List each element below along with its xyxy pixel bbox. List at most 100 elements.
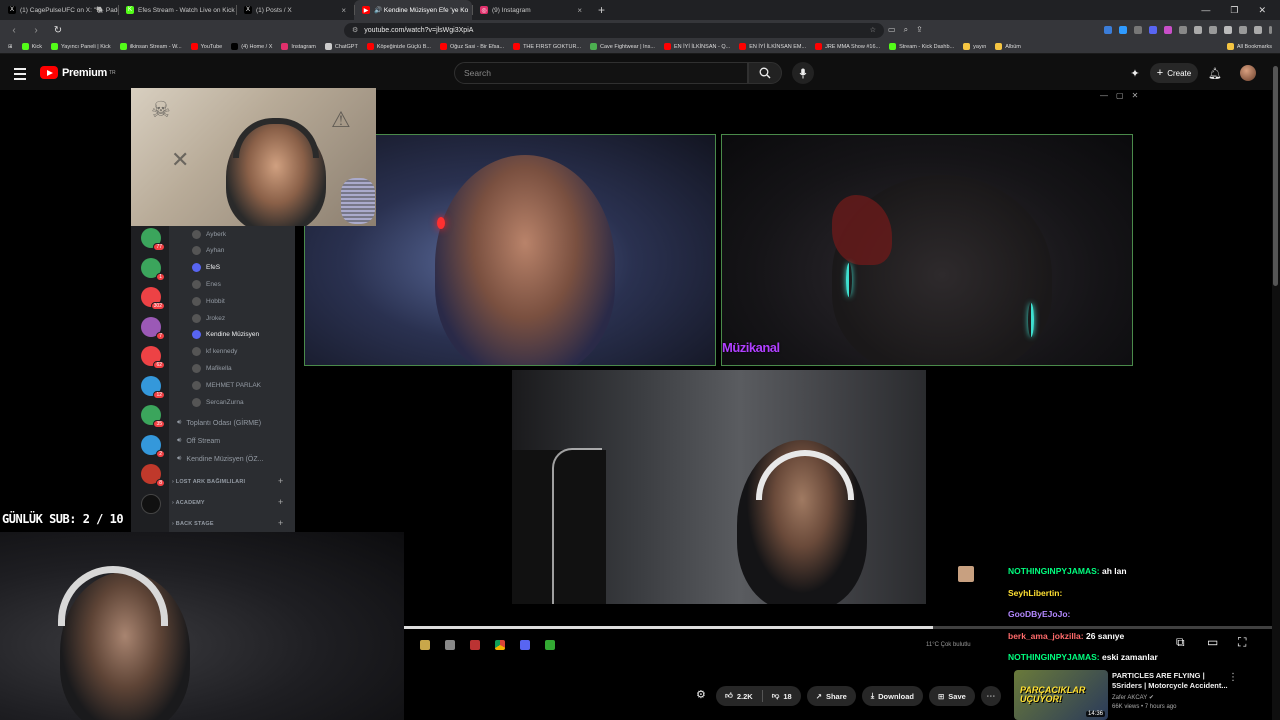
- maximize-icon[interactable]: ▢: [1116, 91, 1124, 100]
- bookmark-item[interactable]: ilkinsan Stream - W...: [119, 43, 182, 50]
- extension-icon[interactable]: [1224, 26, 1232, 34]
- discord-server-icon[interactable]: 35: [141, 405, 165, 428]
- share-page-icon[interactable]: ⇪: [916, 25, 923, 35]
- bookmark-item[interactable]: Kick: [21, 43, 42, 50]
- zoom-icon[interactable]: ⌕: [904, 25, 908, 35]
- tab-close-icon[interactable]: ×: [341, 6, 346, 15]
- menu-icon[interactable]: [14, 68, 26, 83]
- voice-member[interactable]: Kendine Müzisyen: [192, 328, 259, 342]
- search-button[interactable]: [748, 62, 782, 84]
- reload-icon[interactable]: ↻: [52, 25, 64, 36]
- address-bar[interactable]: ⚙ youtube.com/watch?v=jlsWgi3XpiA ☆: [344, 22, 884, 38]
- apps-grid-icon[interactable]: ⊞: [8, 44, 13, 50]
- voice-channel[interactable]: 🔊︎ Kendine Müzisyen (ÖZ...: [177, 452, 263, 466]
- extension-icon[interactable]: [1149, 26, 1157, 34]
- notifications-bell-icon[interactable]: 🔔︎: [1208, 66, 1222, 80]
- recommended-video-title[interactable]: PARTICLES ARE FLYING | 5Sriders | Motorc…: [1112, 671, 1230, 691]
- bookmark-item[interactable]: Cave Fightwear | Ins...: [590, 43, 655, 50]
- bookmark-item[interactable]: Albüm: [995, 43, 1021, 50]
- discord-server-icon[interactable]: 2: [141, 434, 165, 458]
- new-tab-button[interactable]: +: [590, 3, 613, 17]
- back-icon[interactable]: ‹: [8, 25, 20, 36]
- menu-icon[interactable]: [1269, 26, 1272, 34]
- recommendation-menu-icon[interactable]: ⋮: [1228, 672, 1238, 683]
- bookmark-item[interactable]: Oğuz Sasi - Bir Efsa...: [439, 43, 504, 50]
- create-button[interactable]: + Create: [1150, 63, 1198, 83]
- all-bookmarks-folder[interactable]: All Bookmarks: [1226, 43, 1272, 50]
- voice-search-button[interactable]: [792, 62, 814, 84]
- bookmark-item[interactable]: Köpeğinizle Güçlü B...: [366, 43, 431, 50]
- bookmark-star-icon[interactable]: ☆: [870, 26, 876, 34]
- browser-tab[interactable]: KEfes Stream - Watch Live on Kick×: [118, 0, 236, 20]
- voice-member[interactable]: MEHMET PARLAK: [192, 378, 261, 392]
- recommended-video-thumbnail[interactable]: PARÇACIKLAR UÇUYOR! 14:36: [1014, 670, 1108, 720]
- voice-member[interactable]: Enes: [192, 277, 221, 291]
- close-icon[interactable]: ✕: [1132, 91, 1139, 100]
- discord-server-icon[interactable]: 7: [141, 316, 165, 340]
- add-channel-icon[interactable]: +: [278, 518, 283, 528]
- video-progress-bar[interactable]: [404, 626, 1272, 629]
- clip-icon[interactable]: ⚙: [696, 688, 706, 701]
- bookmark-item[interactable]: YouTube: [190, 43, 222, 50]
- account-avatar[interactable]: [1240, 65, 1256, 81]
- like-icon[interactable]: 👍︎: [725, 691, 733, 701]
- dislike-icon[interactable]: 👎︎: [772, 691, 780, 701]
- recommended-video-channel[interactable]: Zafer AKCAY ✔: [1112, 694, 1154, 701]
- voice-member[interactable]: Ayhan: [192, 244, 224, 258]
- browser-tab[interactable]: ▶🔊 Kendine Müzisyen Efe 'ye Ko×: [354, 0, 472, 20]
- browser-tab[interactable]: X (1) Posts / X ×: [236, 0, 354, 20]
- minimize-icon[interactable]: —: [1100, 91, 1108, 100]
- voice-member[interactable]: kf kennedy: [192, 345, 237, 359]
- voice-member[interactable]: Hobbit: [192, 294, 225, 308]
- discord-server-icon[interactable]: 1: [141, 257, 165, 281]
- search-input[interactable]: Search: [454, 62, 748, 84]
- voice-channel[interactable]: 🔊︎ Toplantı Odası (GİRME): [177, 416, 261, 430]
- bookmark-item[interactable]: ChatGPT: [324, 43, 358, 50]
- more-actions-icon[interactable]: ⋯: [980, 686, 1001, 706]
- bookmark-item[interactable]: JRE MMA Show #16...: [815, 43, 880, 50]
- discord-server-icon[interactable]: 302: [141, 287, 165, 310]
- extension-icon[interactable]: [1239, 26, 1247, 34]
- bookmark-item[interactable]: EN İYİ İLKİNSAN - Q...: [663, 43, 730, 50]
- fullscreen-icon[interactable]: ⛶: [1238, 635, 1246, 650]
- voice-member[interactable]: Mafikella: [192, 361, 232, 375]
- bookmark-item[interactable]: Yayıncı Paneli | Kick: [51, 43, 111, 50]
- live-stream-icon[interactable]: ✦: [1128, 66, 1142, 80]
- save-button[interactable]: ⊞ Save: [928, 686, 975, 706]
- theater-mode-icon[interactable]: ▭: [1207, 635, 1218, 649]
- forward-icon[interactable]: ›: [30, 25, 42, 36]
- extension-icon[interactable]: [1119, 26, 1127, 34]
- voice-member[interactable]: SercanZurna: [192, 395, 244, 409]
- browser-tab[interactable]: X(1) CagePulseUFC on X: "🐘 Paddy P...×: [0, 0, 118, 20]
- bookmark-item[interactable]: yayın: [963, 43, 986, 50]
- bookmark-item[interactable]: THE FIRST GOKTUR...: [513, 43, 581, 50]
- cast-icon[interactable]: ▭: [888, 25, 896, 35]
- voice-member[interactable]: Jrokez: [192, 311, 225, 325]
- discord-server-icon[interactable]: 62: [141, 346, 165, 369]
- minimize-icon[interactable]: —: [1201, 5, 1210, 16]
- add-channel-icon[interactable]: +: [278, 497, 283, 507]
- extension-icon[interactable]: [1179, 26, 1187, 34]
- voice-member[interactable]: Ayberk: [192, 227, 226, 241]
- youtube-logo[interactable]: Premium TR: [40, 66, 116, 79]
- page-scrollbar[interactable]: [1272, 56, 1280, 720]
- dislike-count[interactable]: 18: [783, 692, 791, 701]
- discord-server-icon[interactable]: 77: [141, 228, 165, 251]
- site-info-icon[interactable]: ⚙: [352, 26, 358, 34]
- voice-channel[interactable]: 🔊︎ Off Stream: [177, 434, 220, 448]
- close-icon[interactable]: ✕: [1258, 5, 1266, 16]
- restore-icon[interactable]: ❐: [1230, 5, 1238, 16]
- tab-close-icon[interactable]: ×: [577, 6, 582, 15]
- bookmark-item[interactable]: Instagram: [281, 43, 316, 50]
- bookmark-item[interactable]: Stream - Kick Dashb...: [889, 43, 954, 50]
- channel-category[interactable]: › BACK STAGE: [172, 521, 214, 527]
- extension-icon[interactable]: [1134, 26, 1142, 34]
- add-channel-icon[interactable]: +: [278, 476, 283, 486]
- miniplayer-icon[interactable]: ⧉: [1176, 635, 1185, 650]
- like-count[interactable]: 2.2K: [737, 692, 753, 701]
- download-button[interactable]: ⤓ Download: [861, 686, 923, 706]
- extension-icon[interactable]: [1164, 26, 1172, 34]
- discord-server-icon[interactable]: 8: [141, 464, 165, 487]
- share-button[interactable]: ↗ Share: [806, 686, 856, 706]
- bookmark-item[interactable]: EN İYİ İLKİNSAN EM...: [739, 43, 806, 50]
